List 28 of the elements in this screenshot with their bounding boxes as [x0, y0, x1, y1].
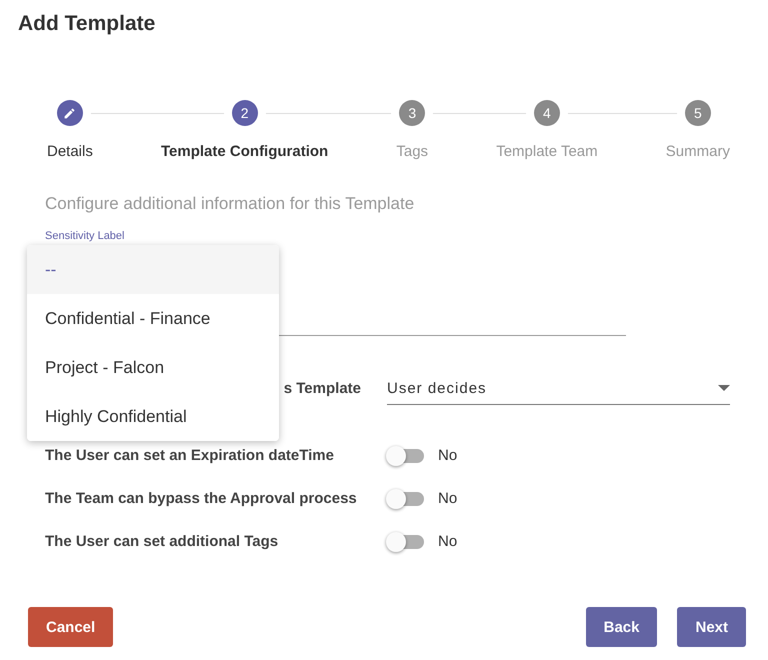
toggle-label: The User can set additional Tags [45, 533, 280, 550]
step-circle: 5 [684, 100, 711, 126]
toggle-label: The Team can bypass the Approval process [45, 490, 358, 507]
toggle-switch[interactable] [388, 492, 424, 506]
subtitle: Configure additional information for this Template [45, 194, 416, 214]
select-field[interactable]: User decides [387, 372, 730, 405]
step-circle: 2 [232, 100, 258, 126]
row-label: s Template [282, 380, 361, 397]
toggle-state: No [438, 490, 458, 507]
back-button[interactable]: Back [586, 607, 658, 647]
step-tab[interactable]: Details [47, 143, 93, 160]
menu-item[interactable]: Highly Confidential [27, 392, 279, 441]
toggle-label: The User can set an Expiration dateTime [45, 447, 335, 464]
toggle-switch[interactable] [388, 448, 424, 462]
step-circle: 4 [534, 100, 560, 126]
cancel-button[interactable]: Cancel [28, 607, 114, 647]
next-button[interactable]: Next [677, 607, 746, 647]
step-tab[interactable]: Template Configuration [161, 143, 328, 160]
toggle-state: No [438, 533, 458, 550]
menu-item[interactable]: Confidential - Finance [27, 294, 279, 343]
menu-item[interactable]: -- [27, 245, 279, 294]
pencil-icon [63, 106, 76, 120]
caret-icon [718, 385, 730, 391]
page-title: Add Template [17, 11, 156, 37]
step-circle: 3 [399, 100, 426, 126]
toggle-state: No [438, 447, 458, 464]
toggle-switch[interactable] [388, 534, 424, 548]
menu-item[interactable]: Project - Falcon [27, 343, 279, 392]
